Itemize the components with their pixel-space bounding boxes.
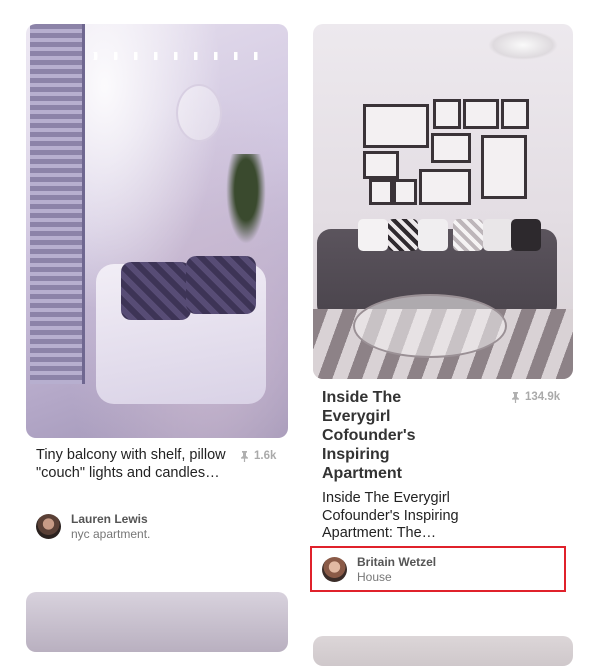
pin-image-living-room[interactable] (313, 24, 573, 379)
highlight-box (310, 546, 566, 592)
ceiling-fan (488, 30, 558, 60)
pin-description[interactable]: Inside The Everygirl Cofounder's Inspiri… (322, 490, 492, 543)
gallery-wall (363, 99, 533, 229)
avatar[interactable] (36, 514, 61, 539)
pin-title[interactable]: Inside The Everygirl Cofounder's Inspiri… (322, 388, 472, 483)
board-name[interactable]: nyc apartment. (71, 527, 150, 541)
repin-count-value: 1.6k (254, 450, 277, 462)
pin-image-next[interactable] (26, 592, 288, 652)
pinner-attribution[interactable]: Lauren Lewis nyc apartment. (36, 512, 150, 541)
hanging-lamp (176, 84, 222, 142)
pin-icon (512, 391, 519, 403)
shutter (30, 24, 85, 384)
repin-count: 134.9k (511, 391, 560, 403)
pin-icon (241, 450, 248, 462)
pillow (186, 256, 256, 314)
pin-title[interactable]: Tiny balcony with shelf, pillow "couch" … (36, 447, 226, 482)
plant (226, 154, 266, 244)
repin-count-value: 134.9k (525, 391, 561, 403)
pinner-name[interactable]: Lauren Lewis (71, 512, 150, 527)
coffee-table (353, 294, 507, 358)
string-lights (66, 52, 266, 60)
repin-count: 1.6k (240, 450, 276, 462)
pin-image-balcony[interactable] (26, 24, 288, 438)
pin-image-next[interactable] (313, 636, 573, 666)
pillow (121, 262, 191, 320)
